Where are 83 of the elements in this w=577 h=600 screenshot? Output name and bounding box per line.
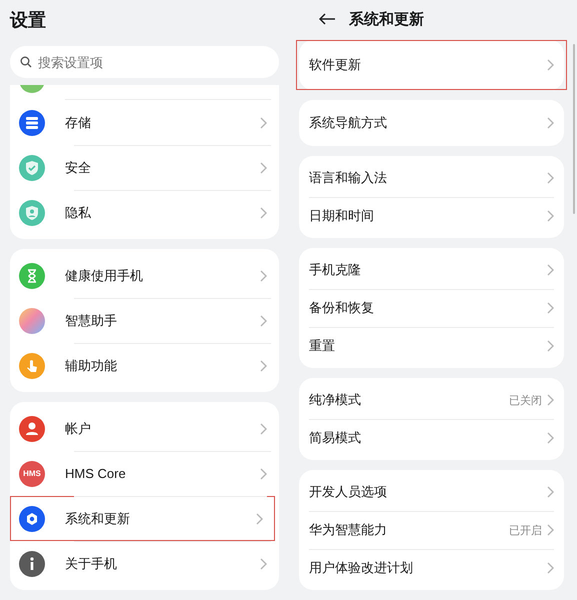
page-title: 设置 (10, 9, 47, 32)
settings-item[interactable]: 日期和时间 (299, 197, 564, 235)
item-label: HMS Core (65, 466, 127, 481)
item-label: 辅助功能 (65, 356, 118, 374)
settings-item[interactable]: 手机克隆 (299, 251, 564, 289)
chevron-icon (547, 432, 554, 444)
settings-item[interactable]: 辅助功能 (10, 343, 279, 388)
item-label: 手机克隆 (309, 261, 362, 279)
item-label: 健康使用手机 (65, 266, 144, 284)
settings-item[interactable]: 语言和输入法 (299, 159, 564, 197)
item-label: 纯净模式 (309, 391, 362, 409)
settings-item[interactable]: 安全 (10, 145, 279, 190)
info-icon (19, 550, 45, 576)
storage-icon (19, 110, 45, 136)
settings-item[interactable]: 重置 (299, 327, 564, 365)
item-label: 简易模式 (309, 429, 362, 447)
item-label: 开发人员选项 (309, 483, 388, 501)
chevron-icon (547, 210, 554, 222)
item-label: 重置 (309, 337, 336, 355)
chevron-icon (260, 360, 267, 372)
chevron-icon (547, 524, 554, 536)
chevron-icon (547, 486, 554, 498)
chevron-icon (260, 314, 267, 326)
gear-icon (19, 506, 45, 532)
item-label: 系统和更新 (65, 510, 131, 528)
shield-icon (19, 154, 45, 180)
chevron-icon (547, 562, 554, 574)
chevron-icon (260, 270, 267, 282)
chevron-icon (260, 558, 267, 570)
item-label: 备份和恢复 (309, 299, 375, 317)
settings-item[interactable]: 开发人员选项 (299, 473, 564, 511)
back-arrow-icon[interactable] (319, 13, 335, 25)
settings-item[interactable]: 帐户 (10, 406, 279, 451)
assistant-icon (19, 308, 45, 334)
item-value: 已关闭 (509, 394, 542, 408)
chevron-icon (256, 512, 263, 524)
item-label: 系统导航方式 (309, 114, 388, 132)
settings-item[interactable]: 简易模式 (299, 419, 564, 457)
settings-item[interactable]: 软件更新 (299, 43, 564, 87)
settings-item[interactable]: 用户体验改进计划 (299, 549, 564, 587)
hourglass-icon (19, 262, 45, 288)
settings-item[interactable]: 隐私 (10, 190, 279, 235)
chevron-icon (260, 116, 267, 128)
page-title: 系统和更新 (349, 10, 424, 28)
item-label: 日期和时间 (309, 207, 375, 225)
chevron-icon (260, 206, 267, 218)
settings-item[interactable]: 备份和恢复 (299, 289, 564, 327)
search-field[interactable]: 搜索设置项 (10, 46, 279, 78)
item-label: 隐私 (65, 204, 92, 222)
chevron-icon (547, 264, 554, 276)
settings-item[interactable]: 智慧助手 (10, 298, 279, 343)
item-label: 用户体验改进计划 (309, 559, 414, 577)
item-label: 存储 (65, 114, 92, 132)
hms-icon: HMS (19, 460, 45, 486)
settings-item[interactable]: 纯净模式 已关闭 (299, 381, 564, 419)
chevron-icon (547, 59, 554, 71)
person-icon (19, 416, 45, 442)
item-label: 安全 (65, 158, 92, 176)
chevron-icon (547, 172, 554, 184)
item-label: 智慧助手 (65, 312, 118, 330)
chevron-icon (547, 340, 554, 352)
app-icon (19, 85, 45, 93)
settings-item[interactable]: 系统导航方式 (299, 103, 564, 143)
settings-item[interactable]: 关于手机 (10, 541, 279, 586)
item-label: 帐户 (65, 420, 92, 438)
item-label: 软件更新 (309, 56, 362, 74)
chevron-icon (547, 302, 554, 314)
settings-item[interactable]: 华为智慧能力 已开启 (299, 511, 564, 549)
item-value: 已开启 (509, 524, 542, 538)
chevron-icon (260, 468, 267, 480)
chevron-icon (260, 422, 267, 434)
settings-item[interactable]: 存储 (10, 100, 279, 145)
item-label: 华为智慧能力 (309, 521, 388, 539)
settings-item[interactable]: 健康使用手机 (10, 253, 279, 298)
settings-item[interactable]: 系统和更新 (10, 496, 275, 541)
item-label: 语言和输入法 (309, 169, 388, 187)
item-label: 关于手机 (65, 554, 118, 572)
hand-icon (19, 352, 45, 378)
settings-item[interactable]: HMS HMS Core (10, 451, 279, 496)
chevron-icon (547, 117, 554, 129)
chevron-icon (547, 394, 554, 406)
shield-icon (19, 200, 45, 226)
chevron-icon (260, 162, 267, 174)
